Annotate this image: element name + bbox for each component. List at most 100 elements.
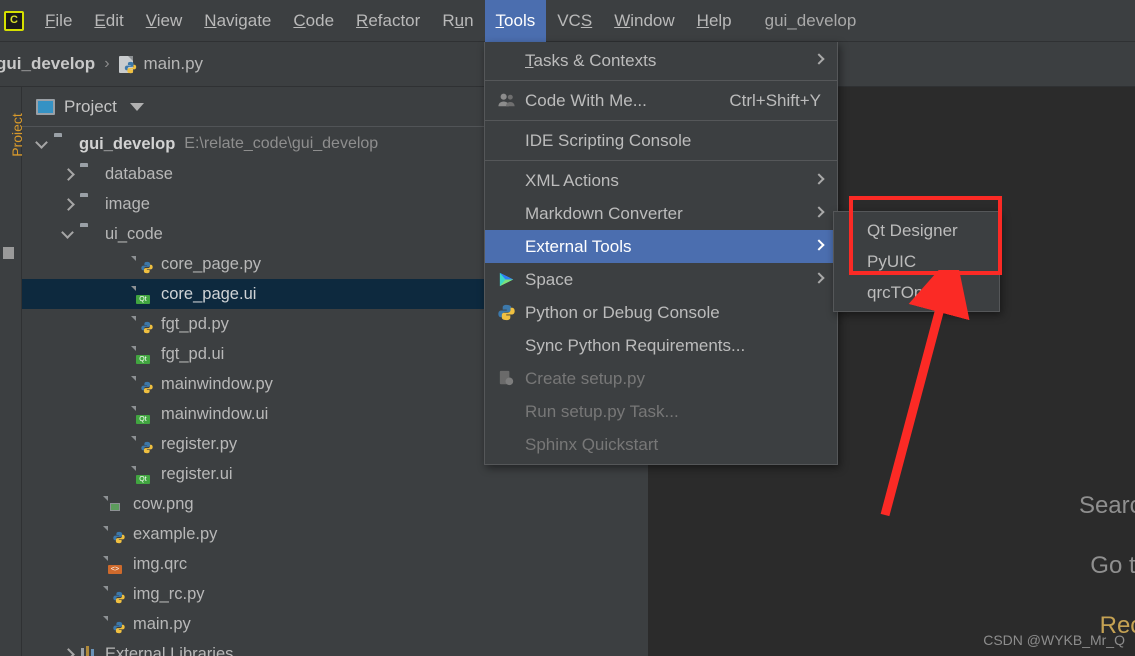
menu-item-create-setup-py: Create setup.py <box>485 362 837 395</box>
menu-file[interactable]: File <box>34 0 83 42</box>
image-file-icon <box>108 496 125 513</box>
folder-icon <box>80 166 97 183</box>
tree-row-label: ui_code <box>105 225 163 244</box>
menu-code[interactable]: Code <box>282 0 345 42</box>
menu-item-label: Sphinx Quickstart <box>525 435 658 455</box>
breadcrumb-project[interactable]: gui_develop <box>0 54 95 74</box>
menu-item-label: Code With Me... <box>525 91 647 111</box>
tree-spacer <box>90 588 102 600</box>
python-file-icon <box>136 376 153 393</box>
python-file-icon <box>108 586 125 603</box>
menu-item-tasks-contexts[interactable]: Tasks & Contexts <box>485 44 837 77</box>
chevron-right-icon <box>813 239 824 250</box>
folder-icon <box>80 196 97 213</box>
menu-window[interactable]: Window <box>603 0 685 42</box>
submenu-item-qrctopy[interactable]: qrcTOpy <box>834 277 999 308</box>
python-file-icon <box>108 616 125 633</box>
tree-spacer <box>90 558 102 570</box>
tree-row-label: register.ui <box>161 465 233 484</box>
tree-spacer <box>118 468 130 480</box>
tree-row-label: mainwindow.ui <box>161 405 268 424</box>
project-window-icon <box>36 99 55 115</box>
menu-item-label: External Tools <box>525 237 631 257</box>
setup-py-icon <box>497 369 516 388</box>
menu-item-xml-actions[interactable]: XML Actions <box>485 164 837 197</box>
menu-item-python-or-debug-console[interactable]: Python or Debug Console <box>485 296 837 329</box>
python-file-icon <box>119 56 136 73</box>
tree-spacer <box>90 498 102 510</box>
chevron-right-icon[interactable] <box>62 648 74 656</box>
menu-item-markdown-converter[interactable]: Markdown Converter <box>485 197 837 230</box>
tree-spacer <box>118 288 130 300</box>
menu-run[interactable]: Run <box>431 0 484 42</box>
menu-item-shortcut: Ctrl+Shift+Y <box>729 91 821 111</box>
external-tools-submenu[interactable]: Qt DesignerPyUICqrcTOpy <box>833 211 1000 312</box>
menu-item-label: XML Actions <box>525 171 619 191</box>
submenu-item-pyuic[interactable]: PyUIC <box>834 246 999 277</box>
editor-hint-goto: Go to <box>1090 552 1135 580</box>
strip-marker <box>3 247 14 259</box>
breadcrumb-separator: › <box>104 55 109 73</box>
tree-spacer <box>118 378 130 390</box>
menu-edit[interactable]: Edit <box>83 0 134 42</box>
tree-spacer <box>90 528 102 540</box>
chevron-down-icon[interactable] <box>62 228 74 240</box>
tree-row[interactable]: <>img.qrc <box>22 549 648 579</box>
qrc-file-icon: <> <box>108 556 125 573</box>
tree-row[interactable]: External Libraries <box>22 639 648 656</box>
editor-hint-search: Search <box>1079 492 1135 520</box>
pycharm-window: Search Go to Recen Project Project gui_d… <box>0 0 1135 656</box>
chevron-down-icon[interactable] <box>130 103 144 111</box>
tree-spacer <box>90 618 102 630</box>
project-panel-title: Project <box>64 97 117 117</box>
menu-item-label: Create setup.py <box>525 369 645 389</box>
python-file-icon <box>136 436 153 453</box>
tools-dropdown-menu[interactable]: Tasks & Contexts Code With Me... Ctrl+Shif… <box>484 42 838 465</box>
menu-vcs[interactable]: VCS <box>546 0 603 42</box>
python-console-icon <box>497 303 516 322</box>
qt-ui-file-icon: Qt <box>136 346 153 363</box>
submenu-item-qt-designer[interactable]: Qt Designer <box>834 215 999 246</box>
menu-item-label: Run setup.py Task... <box>525 402 679 422</box>
menu-item-external-tools[interactable]: External Tools <box>485 230 837 263</box>
menu-item-code-with-me[interactable]: Code With Me... Ctrl+Shift+Y <box>485 84 837 117</box>
menu-item-label: Python or Debug Console <box>525 303 720 323</box>
menu-item-space[interactable]: Space <box>485 263 837 296</box>
window-project-name: gui_develop <box>765 11 857 31</box>
python-file-icon <box>136 316 153 333</box>
menu-item-label: Tasks & Contexts <box>525 51 656 71</box>
chevron-right-icon <box>813 272 824 283</box>
python-file-icon <box>136 256 153 273</box>
chevron-right-icon[interactable] <box>62 168 74 180</box>
chevron-down-icon[interactable] <box>36 138 48 150</box>
tree-row-label: image <box>105 195 150 214</box>
menu-refactor[interactable]: Refactor <box>345 0 431 42</box>
tree-row[interactable]: img_rc.py <box>22 579 648 609</box>
tree-row[interactable]: main.py <box>22 609 648 639</box>
menu-separator <box>485 80 837 81</box>
menu-item-sync-python-requirements[interactable]: Sync Python Requirements... <box>485 329 837 362</box>
menu-item-ide-scripting-console[interactable]: IDE Scripting Console <box>485 124 837 157</box>
tree-row-path: E:\relate_code\gui_develop <box>184 135 378 153</box>
menu-tools[interactable]: Tools <box>485 0 547 42</box>
qt-ui-file-icon: Qt <box>136 286 153 303</box>
folder-icon <box>54 136 71 153</box>
tree-spacer <box>118 408 130 420</box>
tree-row[interactable]: example.py <box>22 519 648 549</box>
folder-icon <box>80 226 97 243</box>
left-tool-strip: Project <box>0 87 22 656</box>
menu-navigate[interactable]: Navigate <box>193 0 282 42</box>
tree-row-label: main.py <box>133 615 191 634</box>
menu-item-label: IDE Scripting Console <box>525 131 691 151</box>
breadcrumb-file[interactable]: main.py <box>144 54 204 74</box>
menu-separator <box>485 120 837 121</box>
chevron-right-icon <box>813 173 824 184</box>
menu-item-label: Sync Python Requirements... <box>525 336 745 356</box>
chevron-right-icon[interactable] <box>62 198 74 210</box>
tree-row[interactable]: cow.png <box>22 489 648 519</box>
menu-help[interactable]: Help <box>686 0 743 42</box>
chevron-right-icon <box>813 206 824 217</box>
menu-item-label: Markdown Converter <box>525 204 683 224</box>
tree-row-label: example.py <box>133 525 217 544</box>
menu-view[interactable]: View <box>135 0 194 42</box>
